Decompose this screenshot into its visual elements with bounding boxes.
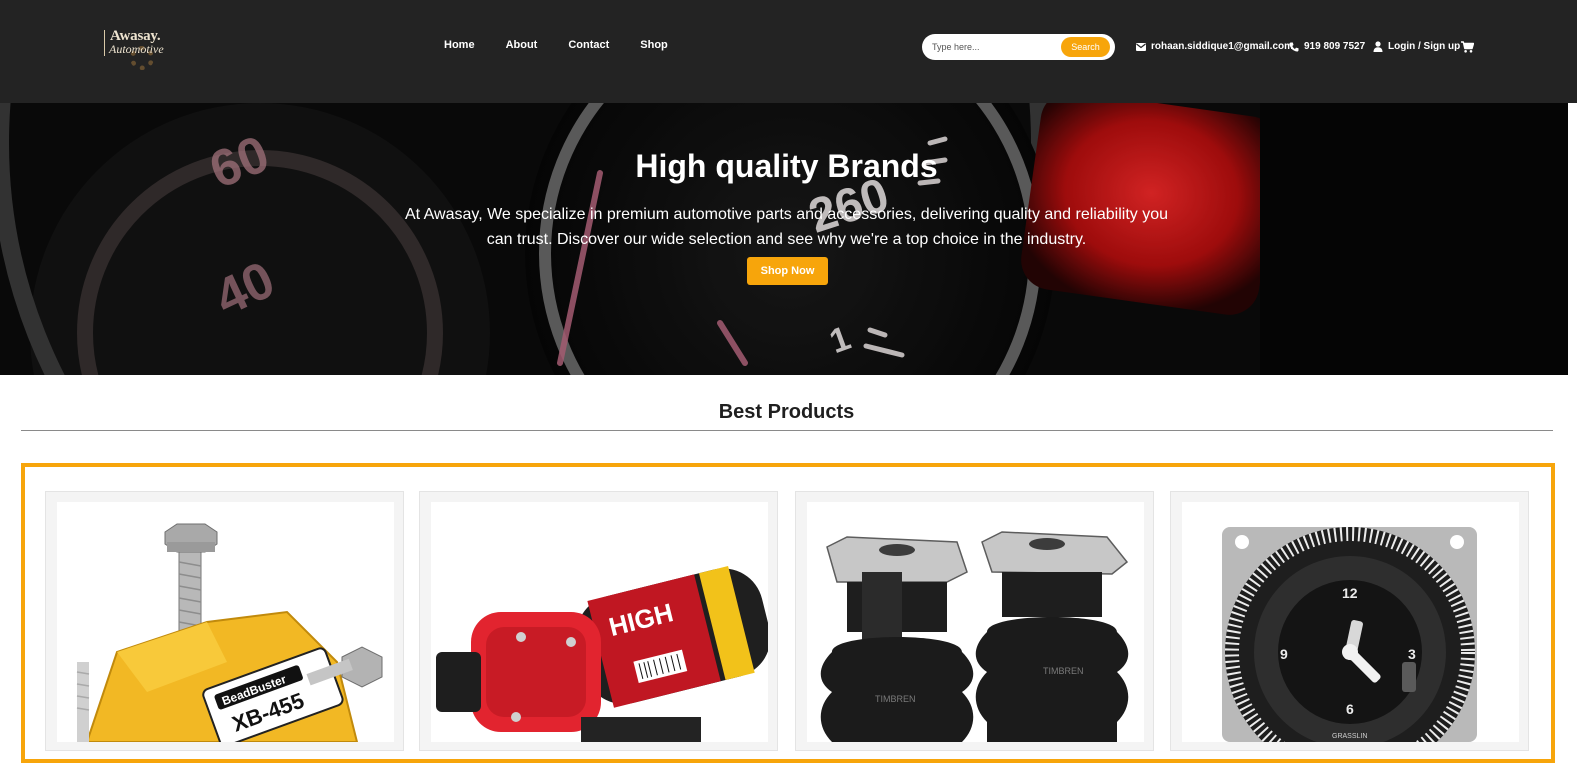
shop-now-button[interactable]: Shop Now	[747, 257, 828, 285]
grasslin-timer-drawing: 12 9 6 3 GRASSLIN	[1222, 527, 1477, 742]
cart-icon	[1461, 41, 1475, 53]
envelope-icon	[1136, 42, 1146, 51]
brand-logo[interactable]: Awasay. Automotive	[104, 26, 174, 70]
search-input[interactable]	[932, 39, 1052, 55]
email-text: rohaan.siddique1@gmail.com	[1151, 41, 1294, 52]
nav-link-shop[interactable]: Shop	[640, 39, 668, 51]
product-card[interactable]: HIGH	[419, 491, 778, 751]
product-image-timbren-springs[interactable]: TIMBREN TIMBREN	[807, 502, 1144, 742]
login-signup-link[interactable]: Login / Sign up	[1373, 41, 1460, 52]
timer-dial-12: 12	[1342, 585, 1358, 601]
main-nav: Home About Contact Shop	[444, 39, 699, 51]
nav-link-home[interactable]: Home	[444, 39, 475, 51]
product-label-grasslin: GRASSLIN	[1332, 733, 1367, 740]
contact-phone[interactable]: 919 809 7527	[1289, 41, 1365, 52]
product-image-grasslin-timer[interactable]: 12 9 6 3 GRASSLIN	[1182, 502, 1519, 742]
product-label-timbren-right: TIMBREN	[1043, 666, 1084, 676]
product-label-timbren-left: TIMBREN	[875, 694, 916, 704]
cart-button[interactable]	[1461, 40, 1475, 58]
bead-buster-drawing: BeadBuster XB-455	[76, 523, 383, 742]
product-card[interactable]: 12 9 6 3 GRASSLIN	[1170, 491, 1529, 751]
user-icon	[1373, 41, 1383, 52]
contact-email[interactable]: rohaan.siddique1@gmail.com	[1136, 41, 1293, 52]
site-header: Awasay. Automotive Home About Contact Sh…	[0, 0, 1577, 103]
timbren-springs-drawing: TIMBREN TIMBREN	[820, 531, 1129, 742]
timer-dial-9: 9	[1280, 646, 1288, 662]
timer-dial-6: 6	[1346, 701, 1354, 717]
best-products-title: Best Products	[718, 401, 855, 423]
product-image-water-pump[interactable]: HIGH	[431, 502, 768, 742]
phone-text: 919 809 7527	[1304, 41, 1366, 52]
logo-text-line2: Automotive	[109, 42, 164, 56]
product-card[interactable]: TIMBREN TIMBREN	[795, 491, 1154, 751]
product-card[interactable]: BeadBuster XB-455	[45, 491, 404, 751]
hero-description: At Awasay, We specialize in premium auto…	[404, 206, 1169, 248]
search-button[interactable]: Search	[1061, 37, 1110, 57]
hero-banner: 60 40 260 1 High quality Brands At Awasa…	[0, 103, 1568, 375]
logo-divider	[104, 30, 105, 56]
login-text: Login / Sign up	[1388, 41, 1461, 52]
water-pump-drawing: HIGH	[436, 565, 768, 742]
section-divider	[21, 430, 1553, 431]
phone-icon	[1289, 42, 1299, 52]
nav-link-about[interactable]: About	[506, 39, 538, 51]
timer-dial-3: 3	[1408, 646, 1416, 662]
product-image-bead-buster[interactable]: BeadBuster XB-455	[57, 502, 394, 742]
search-box: Search	[922, 34, 1115, 60]
nav-link-contact[interactable]: Contact	[568, 39, 609, 51]
hero-title: High quality Brands	[635, 148, 938, 184]
